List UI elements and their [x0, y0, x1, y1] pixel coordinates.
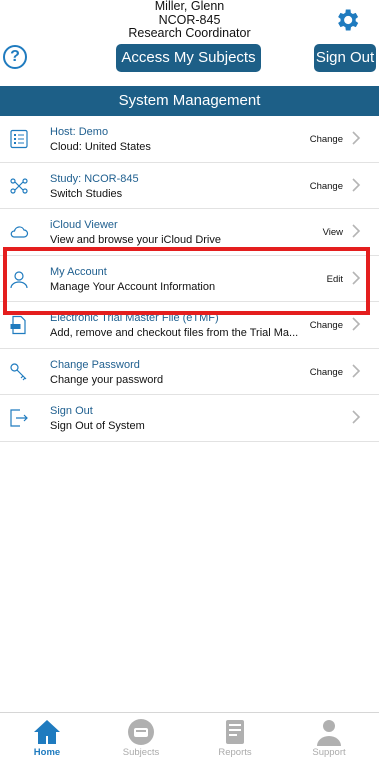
menu-item-study[interactable]: Study: NCOR-845 Switch Studies Change — [0, 163, 379, 209]
change-action[interactable]: Change — [310, 367, 343, 378]
host-list-icon — [10, 129, 28, 149]
menu-item-subtitle: Cloud: United States — [50, 141, 151, 153]
sign-out-button[interactable]: Sign Out — [314, 44, 376, 72]
tab-label: Home — [33, 747, 61, 758]
menu-item-subtitle: Change your password — [50, 373, 164, 386]
tab-label: Subjects — [122, 747, 160, 758]
menu-item-subtitle: Add, remove and checkout files from the … — [50, 327, 298, 339]
tab-support[interactable]: Support — [282, 713, 376, 762]
menu-item-title: Sign Out — [50, 405, 93, 417]
menu-item-host[interactable]: Host: Demo Cloud: United States Change — [0, 116, 379, 163]
view-action[interactable]: View — [323, 227, 343, 238]
menu-item-sign-out[interactable]: Sign Out Sign Out of System — [0, 395, 379, 442]
chevron-right-icon — [352, 131, 361, 145]
gear-icon[interactable] — [333, 6, 361, 34]
home-icon — [34, 720, 60, 744]
tab-subjects[interactable]: Subjects — [94, 713, 188, 762]
menu-item-title: iCloud Viewer — [50, 219, 118, 231]
tab-reports[interactable]: Reports — [188, 713, 282, 762]
chevron-right-icon — [352, 363, 361, 378]
tab-label: Support — [312, 747, 346, 758]
chevron-right-icon — [352, 224, 361, 238]
user-name: Miller, Glenn — [154, 0, 225, 13]
section-title: System Management — [0, 86, 379, 116]
help-icon[interactable]: ? — [3, 45, 27, 69]
menu-item-subtitle: Sign Out of System — [50, 420, 145, 432]
etmf-file-icon — [10, 315, 26, 335]
user-info: Miller, Glenn NCOR-845 Research Coordina… — [0, 0, 379, 41]
reports-icon — [226, 720, 244, 744]
user-study: NCOR-845 — [158, 12, 221, 27]
tab-home[interactable]: Home — [0, 713, 94, 762]
app-header: Miller, Glenn NCOR-845 Research Coordina… — [0, 0, 379, 86]
user-role: Research Coordinator — [128, 26, 251, 40]
change-action[interactable]: Change — [310, 181, 343, 192]
menu-item-title: Study: NCOR-845 — [50, 172, 139, 185]
change-action[interactable]: Change — [310, 320, 343, 331]
chevron-right-icon — [352, 177, 361, 192]
chevron-right-icon — [352, 317, 361, 331]
switch-study-icon — [10, 177, 28, 194]
menu-item-subtitle: Switch Studies — [50, 187, 123, 200]
bottom-tab-bar: Home Subjects Reports Support — [0, 712, 379, 762]
change-action[interactable]: Change — [310, 134, 343, 145]
sign-out-icon — [10, 409, 28, 427]
tab-label: Reports — [218, 747, 252, 758]
my-account-highlight-box — [3, 247, 370, 315]
chevron-right-icon — [352, 410, 361, 424]
menu-item-title: Change Password — [50, 358, 140, 371]
cloud-icon — [10, 226, 29, 238]
menu-item-subtitle: View and browse your iCloud Drive — [50, 234, 221, 246]
menu-item-change-password[interactable]: Change Password Change your password Cha… — [0, 349, 379, 395]
menu-item-title: Host: Demo — [50, 126, 109, 138]
support-icon — [317, 720, 341, 746]
key-icon — [10, 362, 27, 380]
subjects-icon — [128, 719, 154, 745]
access-my-subjects-button[interactable]: Access My Subjects — [116, 44, 261, 72]
